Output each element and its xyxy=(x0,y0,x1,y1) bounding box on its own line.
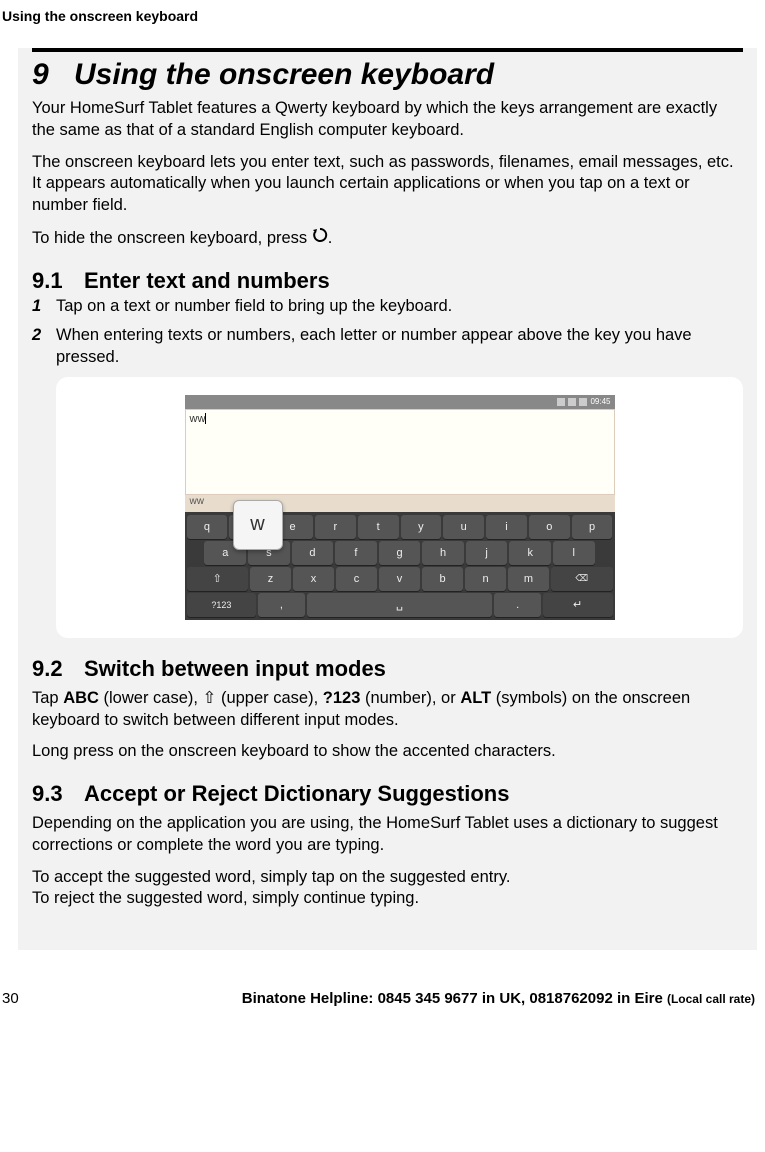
key-g[interactable]: g xyxy=(379,541,421,565)
heading-9-2-title: Switch between input modes xyxy=(84,656,386,681)
intro-p3a: To hide the onscreen keyboard, press xyxy=(32,229,312,247)
key-i[interactable]: i xyxy=(486,515,527,539)
step-2-num: 2 xyxy=(32,325,41,347)
key-v[interactable]: v xyxy=(379,567,420,591)
key-f[interactable]: f xyxy=(335,541,377,565)
helpline-text: Binatone Helpline: 0845 345 9677 in UK, … xyxy=(242,990,755,1007)
p-9-2-1: Tap ABC (lower case), ⇧ (upper case), ?1… xyxy=(32,688,743,732)
p-9-3-1: Depending on the application you are usi… xyxy=(32,813,743,857)
key-x[interactable]: x xyxy=(293,567,334,591)
q123-label: ?123 xyxy=(323,689,361,707)
heading-9-2: 9.2Switch between input modes xyxy=(32,656,743,682)
key-row-3: ⇧ z x c v b n m ⌫ xyxy=(185,566,615,592)
intro-p1: Your HomeSurf Tablet features a Qwerty k… xyxy=(32,98,743,142)
typed-text: ww xyxy=(190,413,206,425)
p-9-2-2: Long press on the onscreen keyboard to s… xyxy=(32,741,743,763)
helpline-small: (Local call rate) xyxy=(667,992,755,1006)
heading-9-3-num: 9.3 xyxy=(32,781,84,807)
key-z[interactable]: z xyxy=(250,567,291,591)
step-2-text: When entering texts or numbers, each let… xyxy=(56,326,692,366)
p-9-2-1c: (number), or xyxy=(360,689,460,707)
figure-keyboard: 09:45 ww w ww q w e r t y u i xyxy=(56,377,743,638)
status-bar: 09:45 xyxy=(185,395,615,409)
key-k[interactable]: k xyxy=(509,541,551,565)
text-cursor xyxy=(205,413,206,424)
heading-9-3-title: Accept or Reject Dictionary Suggestions xyxy=(84,781,509,806)
page-footer: 30 Binatone Helpline: 0845 345 9677 in U… xyxy=(0,950,757,1015)
key-n[interactable]: n xyxy=(465,567,506,591)
key-period[interactable]: . xyxy=(494,593,540,617)
step-1: 1 Tap on a text or number field to bring … xyxy=(32,296,743,318)
key-enter[interactable]: ↵ xyxy=(543,593,613,617)
key-popup: w xyxy=(233,500,283,550)
key-comma[interactable]: , xyxy=(258,593,304,617)
status-time: 09:45 xyxy=(590,397,610,406)
text-input-area[interactable]: ww xyxy=(185,409,615,495)
steps-9-1: 1 Tap on a text or number field to bring … xyxy=(32,296,743,369)
alarm-icon xyxy=(579,398,587,406)
key-q[interactable]: q xyxy=(187,515,228,539)
key-c[interactable]: c xyxy=(336,567,377,591)
key-d[interactable]: d xyxy=(292,541,334,565)
heading-9-1: 9.1Enter text and numbers xyxy=(32,268,743,294)
intro-p3: To hide the onscreen keyboard, press . xyxy=(32,227,743,250)
p-9-2-1a: Tap xyxy=(32,689,63,707)
key-o[interactable]: o xyxy=(529,515,570,539)
heading-9-3: 9.3Accept or Reject Dictionary Suggestio… xyxy=(32,781,743,807)
key-shift[interactable]: ⇧ xyxy=(187,567,249,591)
key-t[interactable]: t xyxy=(358,515,399,539)
key-j[interactable]: j xyxy=(466,541,508,565)
key-r[interactable]: r xyxy=(315,515,356,539)
key-mode-123[interactable]: ?123 xyxy=(187,593,257,617)
abc-label: ABC xyxy=(63,689,99,707)
key-h[interactable]: h xyxy=(422,541,464,565)
key-delete[interactable]: ⌫ xyxy=(551,567,613,591)
p-9-3-3: To reject the suggested word, simply con… xyxy=(32,888,743,910)
key-m[interactable]: m xyxy=(508,567,549,591)
key-l[interactable]: l xyxy=(553,541,595,565)
content-block: 9Using the onscreen keyboard Your HomeSu… xyxy=(18,48,757,950)
running-header: Using the onscreen keyboard xyxy=(0,0,757,48)
step-1-text: Tap on a text or number field to bring u… xyxy=(56,297,452,315)
key-p[interactable]: p xyxy=(572,515,613,539)
heading-9-1-num: 9.1 xyxy=(32,268,84,294)
chapter-title: Using the onscreen keyboard xyxy=(74,58,494,91)
helpline-main: Binatone Helpline: 0845 345 9677 in UK, … xyxy=(242,990,667,1007)
page-number: 30 xyxy=(2,990,19,1007)
signal-icon xyxy=(557,398,565,406)
key-b[interactable]: b xyxy=(422,567,463,591)
key-row-4: ?123 , ␣ . ↵ xyxy=(185,592,615,618)
chapter-number: 9 xyxy=(32,58,74,92)
key-u[interactable]: u xyxy=(443,515,484,539)
alt-label: ALT xyxy=(460,689,491,707)
device-screen: 09:45 ww w ww q w e r t y u i xyxy=(185,395,615,620)
heading-9-2-num: 9.2 xyxy=(32,656,84,682)
back-icon xyxy=(312,227,328,250)
heading-9-1-title: Enter text and numbers xyxy=(84,268,330,293)
intro-p2: The onscreen keyboard lets you enter tex… xyxy=(32,152,743,217)
step-2: 2 When entering texts or numbers, each le… xyxy=(32,325,743,369)
intro-p3b: . xyxy=(328,229,333,247)
chapter-heading: 9Using the onscreen keyboard xyxy=(32,58,743,92)
key-space[interactable]: ␣ xyxy=(307,593,493,617)
key-y[interactable]: y xyxy=(401,515,442,539)
p-9-3-2: To accept the suggested word, simply tap… xyxy=(32,867,743,889)
p-9-2-1b: (lower case), ⇧ (upper case), xyxy=(99,689,323,707)
battery-icon xyxy=(568,398,576,406)
chapter-rule xyxy=(32,48,743,52)
step-1-num: 1 xyxy=(32,296,41,318)
